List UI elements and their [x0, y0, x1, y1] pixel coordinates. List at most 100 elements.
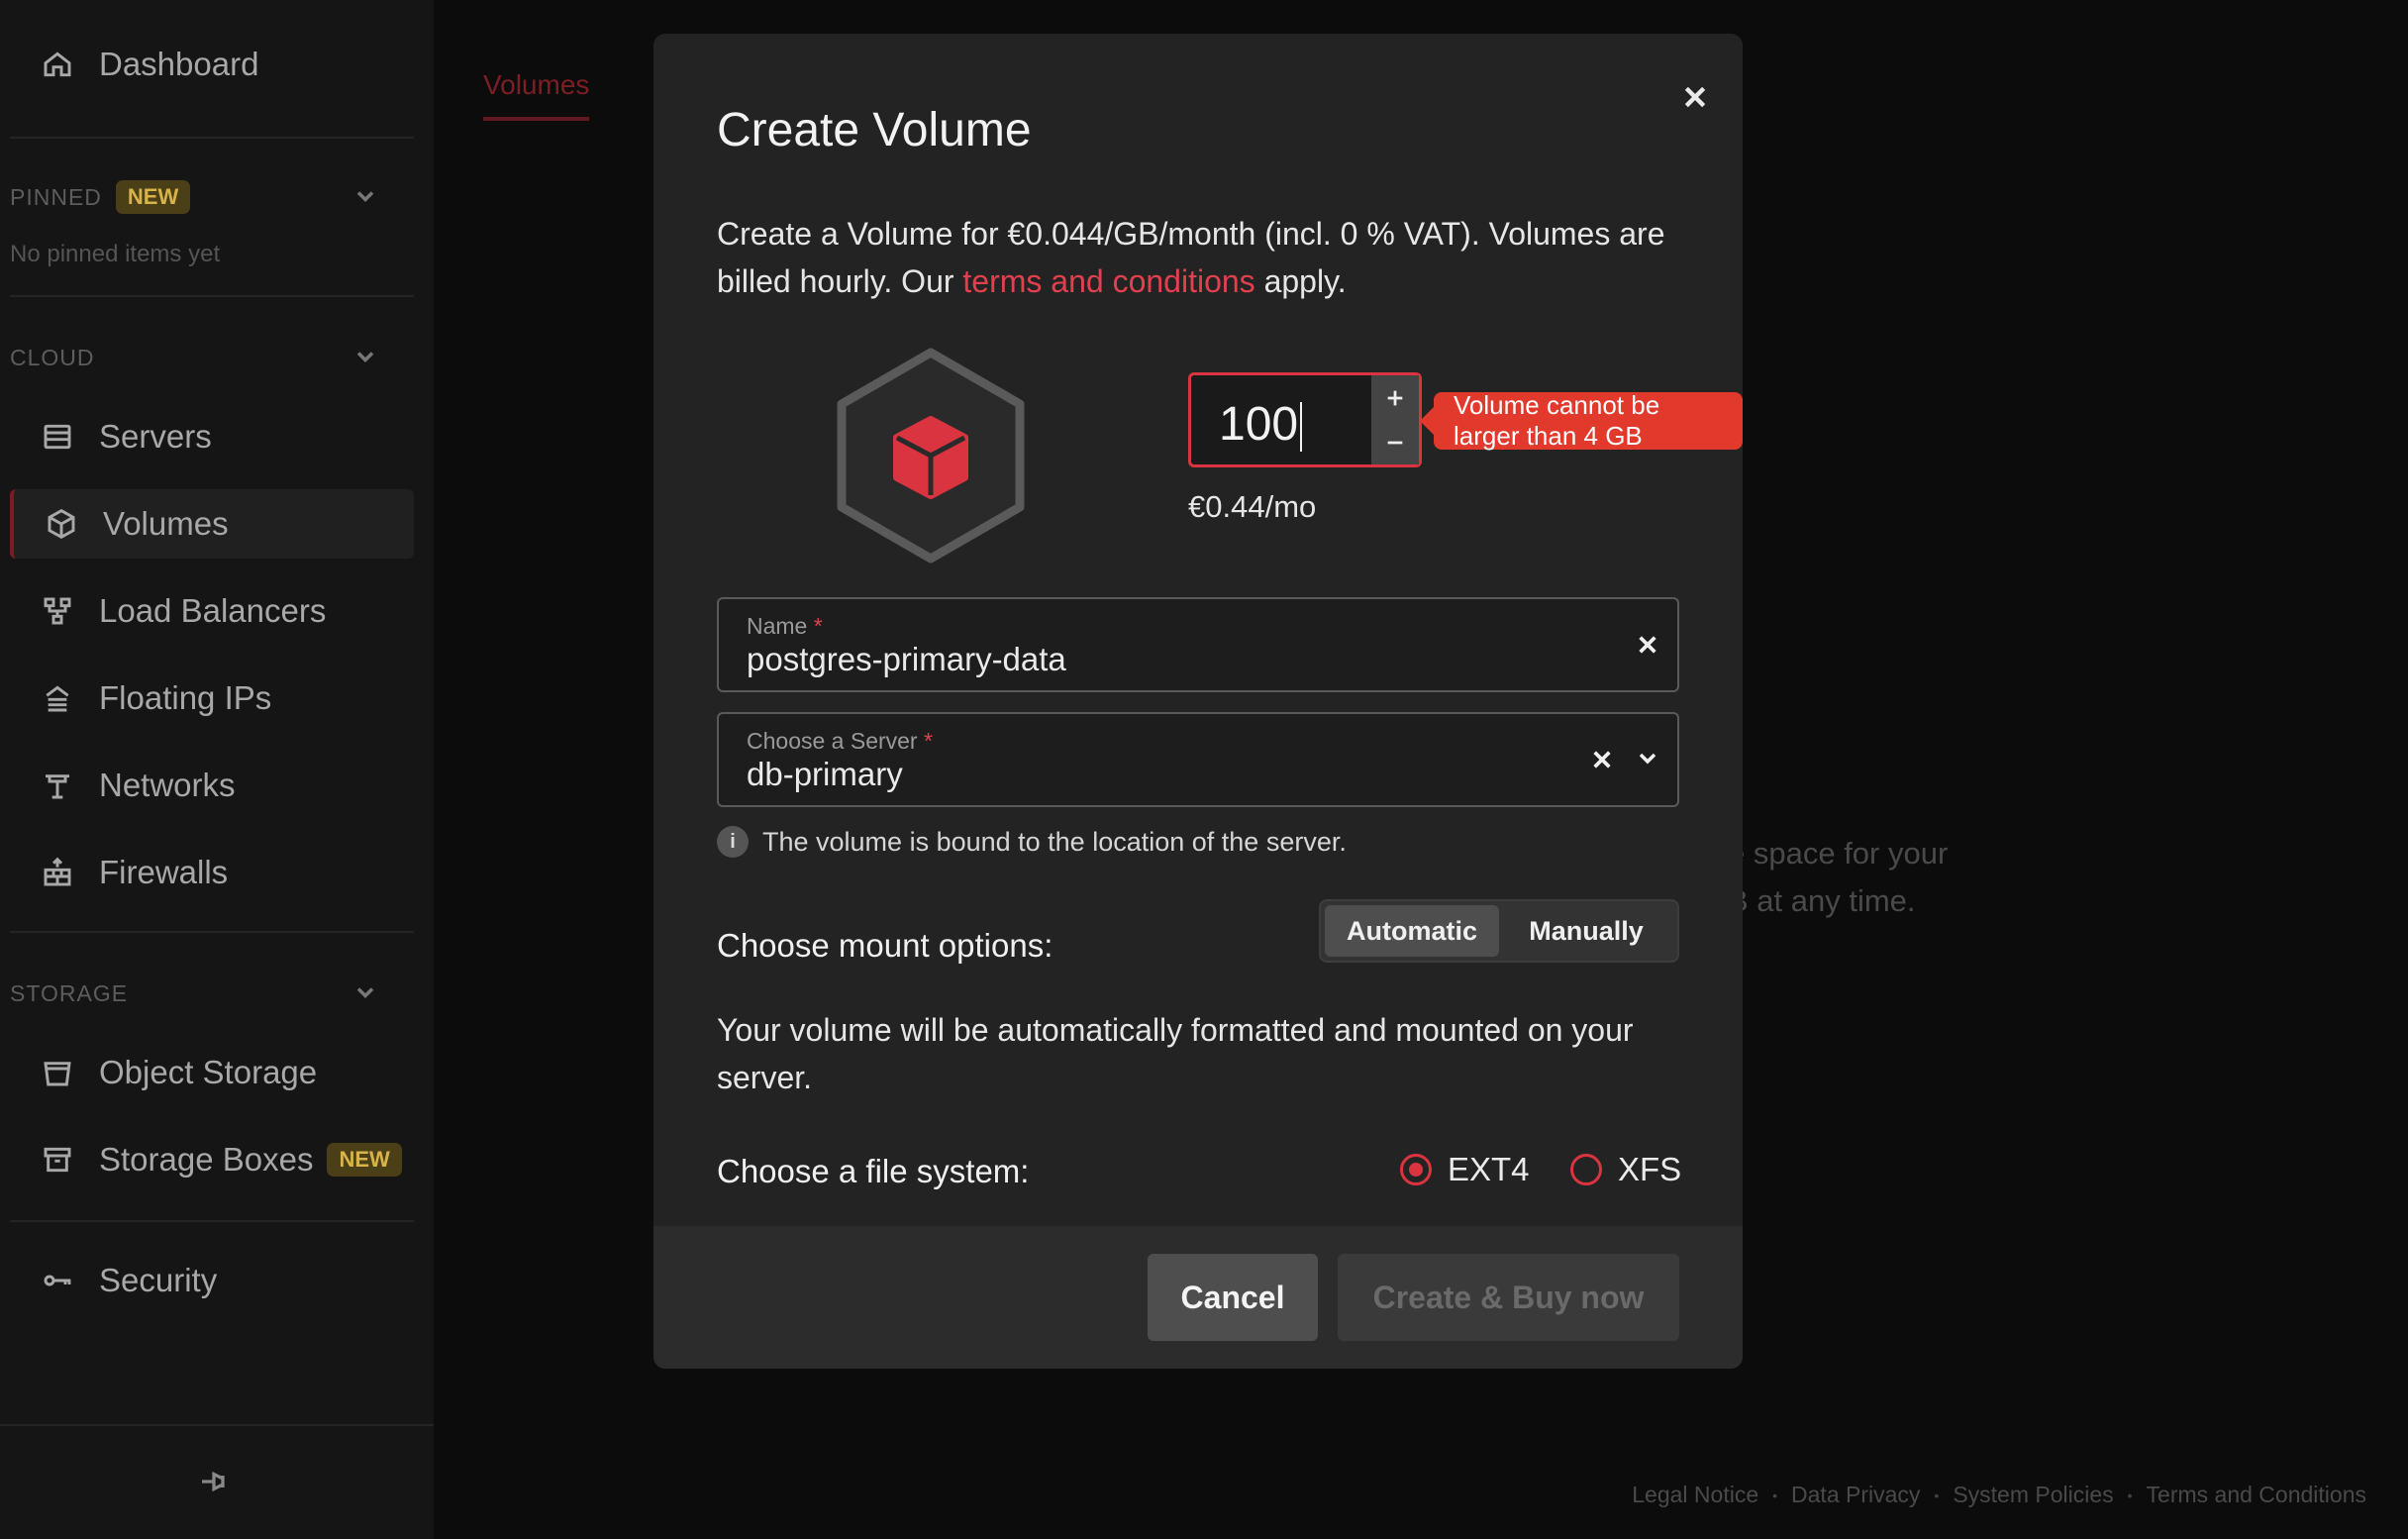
home-icon — [40, 47, 75, 82]
mount-description: Your volume will be automatically format… — [717, 1012, 1634, 1095]
chevron-down-icon[interactable] — [1636, 746, 1665, 775]
sidebar-item-dashboard[interactable]: Dashboard — [10, 30, 414, 99]
sidebar-divider — [0, 1424, 434, 1426]
sidebar-item-networks[interactable]: Networks — [10, 751, 414, 820]
firewall-icon — [40, 855, 75, 890]
name-field-label: Name * — [747, 613, 823, 640]
sidebar-divider — [10, 1220, 414, 1222]
server-select[interactable]: Choose a Server * db-primary — [717, 712, 1679, 807]
footer-link-policies[interactable]: System Policies — [1953, 1482, 2113, 1508]
sidebar-item-label: Load Balancers — [99, 592, 327, 629]
mount-automatic-button[interactable]: Automatic — [1325, 905, 1499, 957]
section-label: STORAGE — [10, 980, 129, 1006]
plus-icon — [1387, 390, 1403, 405]
cube-icon — [44, 506, 79, 542]
tab-volumes[interactable]: Volumes — [483, 69, 590, 121]
fs-radio-xfs[interactable]: XFS — [1570, 1151, 1681, 1188]
sidebar-divider — [10, 295, 414, 297]
new-badge: NEW — [327, 1143, 402, 1177]
description-text: apply. — [1254, 263, 1347, 299]
mount-manually-button[interactable]: Manually — [1499, 905, 1673, 957]
sidebar-item-security[interactable]: Security — [10, 1246, 414, 1315]
sidebar-item-volumes[interactable]: Volumes — [10, 489, 414, 559]
clear-server-icon[interactable] — [1586, 744, 1618, 775]
server-field-label: Choose a Server * — [747, 728, 933, 755]
size-stepper — [1371, 375, 1419, 464]
server-location-info: i The volume is bound to the location of… — [717, 826, 1347, 858]
sidebar-item-servers[interactable]: Servers — [10, 402, 414, 471]
sidebar-item-label: Servers — [99, 418, 212, 455]
sidebar-item-label: Firewalls — [99, 854, 229, 890]
sidebar-divider — [10, 931, 414, 933]
sidebar-item-storage-boxes[interactable]: Storage Boxes NEW — [10, 1125, 414, 1194]
background-text-line: e space for your — [1728, 836, 1949, 871]
increment-button[interactable] — [1371, 375, 1419, 420]
sidebar-item-floating-ips[interactable]: Floating IPs — [10, 664, 414, 733]
section-storage[interactable]: STORAGE — [10, 980, 128, 1007]
mount-options-label: Choose mount options: — [717, 927, 1054, 964]
background-text-line: B at any time. — [1728, 883, 1916, 918]
create-buy-button[interactable]: Create & Buy now — [1338, 1254, 1679, 1341]
radio-label: XFS — [1618, 1151, 1682, 1187]
sidebar-item-object-storage[interactable]: Object Storage — [10, 1038, 414, 1107]
field-label-text: Name — [747, 613, 808, 639]
app: Dashboard PINNED NEW No pinned items yet… — [0, 0, 2408, 1539]
sidebar-item-label: Security — [99, 1262, 218, 1298]
server-selected-value[interactable]: db-primary — [747, 756, 903, 793]
terms-link[interactable]: terms and conditions — [962, 263, 1254, 299]
price-per-month: €0.44/mo — [1188, 489, 1317, 524]
bucket-icon — [40, 1055, 75, 1090]
sidebar-divider — [10, 137, 414, 139]
sidebar-item-firewalls[interactable]: Firewalls — [10, 838, 414, 907]
footer-link-privacy[interactable]: Data Privacy — [1791, 1482, 1920, 1508]
modal-description: Create a Volume for €0.044/GB/month (inc… — [717, 210, 1687, 305]
radio-unchecked-icon — [1570, 1154, 1602, 1185]
network-icon — [40, 768, 75, 803]
file-system-label: Choose a file system: — [717, 1153, 1030, 1189]
background-text: e space for your B at any time. — [1728, 830, 1948, 925]
sidebar-item-label: Networks — [99, 767, 236, 803]
required-mark: * — [923, 728, 933, 754]
server-icon — [40, 419, 75, 455]
name-field[interactable]: Name * postgres-primary-data — [717, 597, 1679, 692]
footer-link-legal[interactable]: Legal Notice — [1632, 1482, 1758, 1508]
footer-separator: • — [1772, 1487, 1778, 1503]
minus-icon — [1387, 441, 1403, 444]
floating-ip-icon — [40, 680, 75, 716]
volume-size-value[interactable]: 100 — [1219, 397, 1303, 453]
clear-name-icon[interactable] — [1632, 629, 1663, 661]
text-caret — [1300, 402, 1303, 453]
footer-link-terms[interactable]: Terms and Conditions — [2147, 1482, 2366, 1508]
chevron-down-icon[interactable] — [351, 182, 379, 210]
modal-title: Create Volume — [717, 104, 1032, 156]
sidebar-item-load-balancers[interactable]: Load Balancers — [10, 576, 414, 646]
archive-box-icon — [40, 1142, 75, 1178]
volume-size-input[interactable]: 100 — [1188, 372, 1422, 467]
footer-separator: • — [2127, 1487, 2133, 1503]
chevron-down-icon[interactable] — [351, 978, 379, 1006]
name-input[interactable]: postgres-primary-data — [747, 641, 1066, 678]
footer-links: Legal Notice • Data Privacy • System Pol… — [1632, 1482, 2366, 1508]
field-label-text: Choose a Server — [747, 728, 918, 754]
fs-radio-ext4[interactable]: EXT4 — [1400, 1151, 1530, 1188]
radio-label: EXT4 — [1448, 1151, 1530, 1187]
new-badge: NEW — [115, 180, 191, 214]
footer-separator: • — [1934, 1487, 1940, 1503]
section-pinned[interactable]: PINNED NEW — [10, 180, 191, 214]
size-value-text: 100 — [1219, 398, 1299, 451]
info-text: The volume is bound to the location of t… — [762, 826, 1347, 857]
size-error-tooltip: Volume cannot be larger than 4 GB — [1420, 390, 1743, 451]
cancel-button[interactable]: Cancel — [1148, 1254, 1318, 1341]
close-icon[interactable] — [1671, 73, 1719, 121]
required-mark: * — [813, 613, 823, 639]
sidebar: Dashboard PINNED NEW No pinned items yet… — [0, 0, 434, 1539]
chevron-down-icon[interactable] — [351, 343, 379, 370]
sidebar-item-label: Floating IPs — [99, 679, 272, 716]
pin-sidebar-icon[interactable] — [196, 1464, 232, 1499]
sidebar-item-label: Volumes — [103, 505, 229, 542]
section-cloud[interactable]: CLOUD — [10, 345, 95, 371]
info-icon: i — [717, 826, 749, 858]
decrement-button[interactable] — [1371, 420, 1419, 464]
sidebar-item-label: Dashboard — [99, 46, 259, 82]
create-volume-modal: Create Volume Create a Volume for €0.044… — [653, 34, 1743, 1369]
